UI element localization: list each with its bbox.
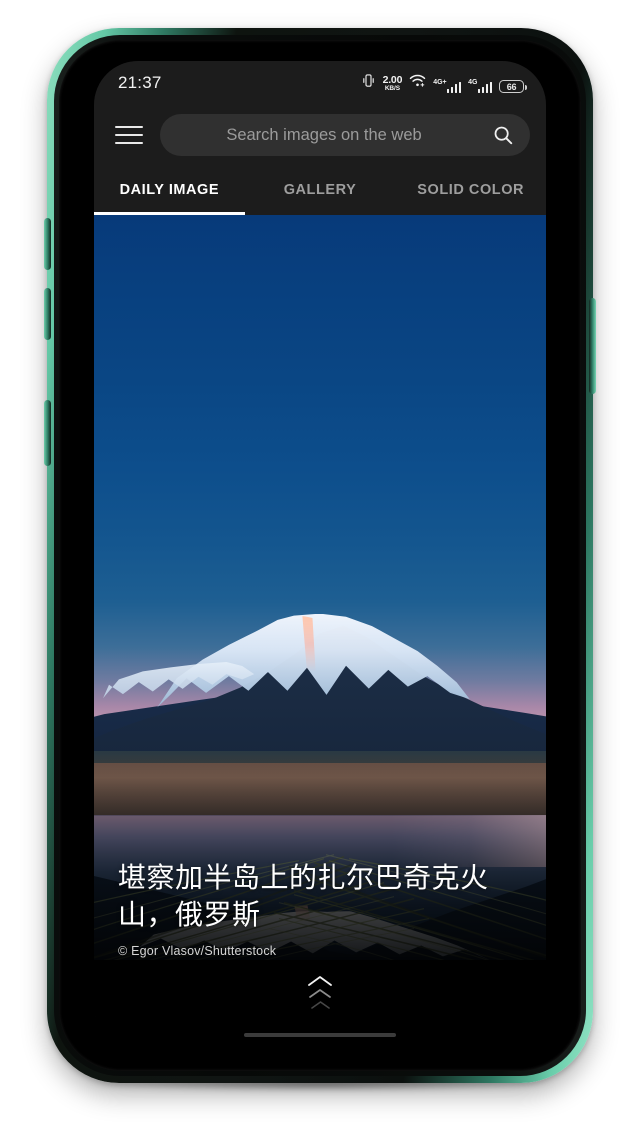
signal-sim2-icon: 4G xyxy=(468,79,492,93)
daily-image-panel[interactable]: 堪察加半岛上的扎尔巴奇克火山，俄罗斯 © Egor Vlasov/Shutter… xyxy=(94,215,546,1050)
status-clock: 21:37 xyxy=(118,73,162,92)
tab-daily-image-label: DAILY IMAGE xyxy=(119,182,220,198)
status-bar: 21:37 2.00 KB/S 4G+ 4G 66 xyxy=(94,61,546,105)
search-placeholder-text: Search images on the web xyxy=(226,125,422,144)
wallpaper-caption: 堪察加半岛上的扎尔巴奇克火山，俄罗斯 © Egor Vlasov/Shutter… xyxy=(118,860,528,958)
search-icon[interactable] xyxy=(492,124,514,146)
signal-sim2-label: 4G xyxy=(468,79,478,86)
network-speed-value: 2.00 xyxy=(382,74,403,86)
search-input[interactable]: Search images on the web xyxy=(160,114,530,156)
home-gesture-bar[interactable] xyxy=(244,1033,396,1037)
wifi-icon xyxy=(409,74,426,93)
tab-solid-color-label: SOLID COLOR xyxy=(417,182,525,198)
power-button[interactable] xyxy=(589,298,596,394)
caption-title: 堪察加半岛上的扎尔巴奇克火山，俄罗斯 xyxy=(118,862,489,931)
screenshot-canvas: 21:37 2.00 KB/S 4G+ 4G 66 Search images … xyxy=(0,0,640,1131)
tab-gallery-label: GALLERY xyxy=(283,182,357,198)
battery-icon: 66 xyxy=(499,80,527,93)
volume-down-button[interactable] xyxy=(44,288,51,340)
chevron-double-up-icon[interactable] xyxy=(94,975,546,1010)
network-speed-unit: KB/S xyxy=(384,84,400,92)
signal-sim1-icon: 4G+ xyxy=(433,79,462,93)
tab-bar: DAILY IMAGE GALLERY SOLID COLOR xyxy=(94,165,546,215)
status-icons-group: 2.00 KB/S 4G+ 4G 66 xyxy=(361,73,527,93)
volume-up-button[interactable] xyxy=(44,218,51,270)
signal-sim1-bars xyxy=(446,81,462,93)
tab-solid-color[interactable]: SOLID COLOR xyxy=(395,165,546,215)
assistant-button[interactable] xyxy=(44,400,51,466)
phone-screen: 21:37 2.00 KB/S 4G+ 4G 66 Search images … xyxy=(94,61,546,1050)
caption-credit: © Egor Vlasov/Shutterstock xyxy=(118,944,277,958)
hamburger-menu-icon[interactable] xyxy=(112,118,146,152)
network-speed-indicator: 2.00 KB/S xyxy=(383,75,403,92)
signal-sim1-label: 4G+ xyxy=(433,79,447,86)
tab-daily-image[interactable]: DAILY IMAGE xyxy=(94,165,245,215)
tab-gallery[interactable]: GALLERY xyxy=(245,165,396,215)
battery-level-text: 66 xyxy=(506,81,517,92)
vibrate-icon xyxy=(361,73,376,93)
signal-sim2-bars xyxy=(477,81,492,93)
app-top-bar: Search images on the web xyxy=(94,105,546,165)
